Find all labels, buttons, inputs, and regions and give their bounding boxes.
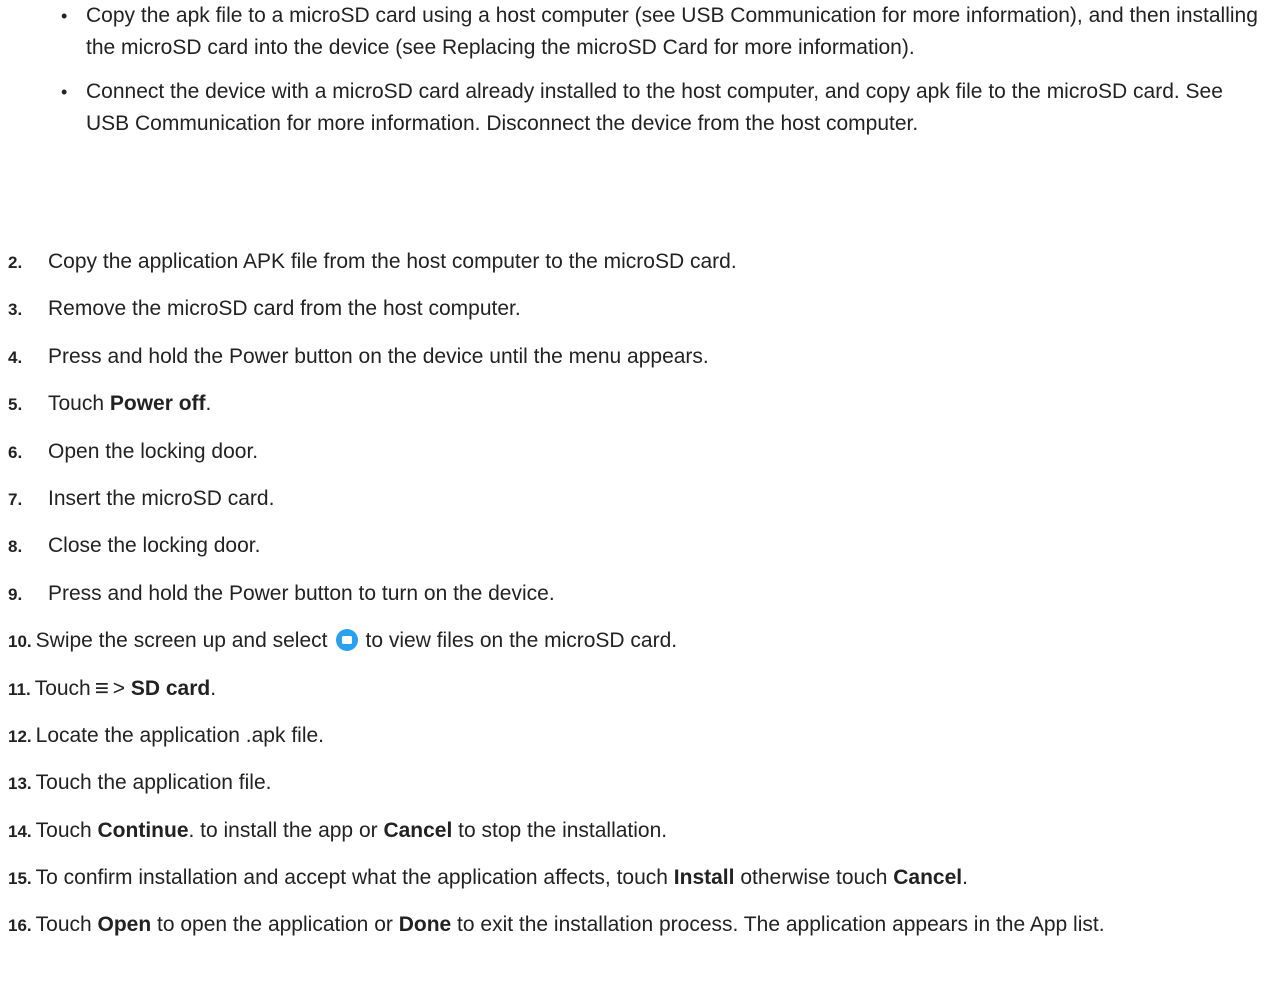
step-4: 4. Press and hold the Power button on th… <box>8 341 1258 388</box>
step-3: 3. Remove the microSD card from the host… <box>8 293 1258 340</box>
bullet-item: • Copy the apk file to a microSD card us… <box>48 0 1258 64</box>
step-number: 11. <box>8 679 31 699</box>
bullet-item: • Connect the device with a microSD card… <box>48 76 1258 140</box>
sd-card-label: SD card <box>130 676 211 700</box>
step-text-post: to view files on the microSD card. <box>365 629 678 653</box>
step-6: 6. Open the locking door. <box>8 436 1258 483</box>
step-text: Touch the application file. <box>35 771 272 795</box>
step-9: 9. Press and hold the Power button to tu… <box>8 578 1258 625</box>
step-10: 10. Swipe the screen up and select to view… <box>8 625 1258 672</box>
step-text-pre: Touch <box>35 913 98 937</box>
step-text-pre: Touch <box>35 818 98 842</box>
step-text-pre: Touch <box>34 676 91 700</box>
step-text-post: . <box>210 676 217 700</box>
document-page: • Copy the apk file to a microSD card us… <box>0 0 1269 974</box>
step-text: Press and hold the Power button to turn … <box>48 581 555 605</box>
step-number: 6. <box>8 442 23 462</box>
step-text: Insert the microSD card. <box>48 486 275 510</box>
cancel-label: Cancel <box>383 818 453 842</box>
bullet-text: Copy the apk file to a microSD card usin… <box>86 4 1258 59</box>
step-text-post: to exit the installation process. The ap… <box>451 913 1105 937</box>
bullet-marker: • <box>61 6 68 26</box>
step-12: 12. Locate the application .apk file. <box>8 720 1258 767</box>
step-8: 8. Close the locking door. <box>8 530 1258 577</box>
step-text-mid: . to install the app or <box>188 818 384 842</box>
step-11: 11. Touch ≡ > SD card. <box>8 673 1258 720</box>
step-number: 7. <box>8 489 23 509</box>
step-5: 5. Touch Power off. <box>8 388 1258 435</box>
files-folder-icon <box>335 629 358 652</box>
step-15: 15. To confirm installation and accept wh… <box>8 862 1258 909</box>
step-13: 13. Touch the application file. <box>8 767 1258 814</box>
step-text-pre: To confirm installation and accept what … <box>35 866 674 890</box>
step-text: Remove the microSD card from the host co… <box>48 297 521 321</box>
step-text: Copy the application APK file from the h… <box>48 250 737 273</box>
bullet-text: Connect the device with a microSD card a… <box>86 80 1223 135</box>
bullet-marker: • <box>61 82 68 102</box>
procedure-steps: 2. Copy the application APK file from th… <box>8 246 1258 989</box>
step-7: 7. Insert the microSD card. <box>8 483 1258 530</box>
step-14: 14. Touch Continue. to install the app or… <box>8 815 1258 862</box>
done-label: Done <box>398 913 452 937</box>
step-text-post: to stop the installation. <box>452 818 668 842</box>
menu-icon: ≡ <box>94 674 109 702</box>
step-2: 2. Copy the application APK file from th… <box>8 246 1258 293</box>
power-off-label: Power off <box>109 392 206 416</box>
step-number: 13. <box>8 774 32 794</box>
continue-label: Continue <box>97 818 189 842</box>
step-text-post: . <box>962 866 968 890</box>
step-text: Open the locking door. <box>48 439 259 463</box>
step-number: 16. <box>8 916 32 936</box>
step-text-pre: Touch <box>48 392 110 416</box>
sub-bullet-list: • Copy the apk file to a microSD card us… <box>48 0 1258 152</box>
step-number: 3. <box>8 300 23 320</box>
step-number: 5. <box>8 395 23 415</box>
step-number: 14. <box>8 821 32 841</box>
cancel-label: Cancel <box>893 866 963 890</box>
step-text-mid: to open the application or <box>151 913 399 937</box>
install-label: Install <box>673 866 735 890</box>
step-text-post: . <box>205 392 212 416</box>
step-text: Locate the application .apk file. <box>35 723 325 747</box>
step-number: 2. <box>8 253 23 272</box>
step-text-pre: Swipe the screen up and select <box>35 629 328 653</box>
step-number: 9. <box>8 584 23 604</box>
step-text: Press and hold the Power button on the d… <box>48 344 709 368</box>
open-label: Open <box>97 913 152 937</box>
step-number: 12. <box>8 726 32 746</box>
step-16: 16. Touch Open to open the application or… <box>8 909 1258 989</box>
step-number: 4. <box>8 347 23 367</box>
step-text-mid: otherwise touch <box>734 866 894 890</box>
step-number: 15. <box>8 869 32 889</box>
step-number: 10. <box>8 632 32 652</box>
step-text: Close the locking door. <box>48 534 261 558</box>
step-number: 8. <box>8 537 23 557</box>
step-text-mid: > <box>112 676 131 700</box>
